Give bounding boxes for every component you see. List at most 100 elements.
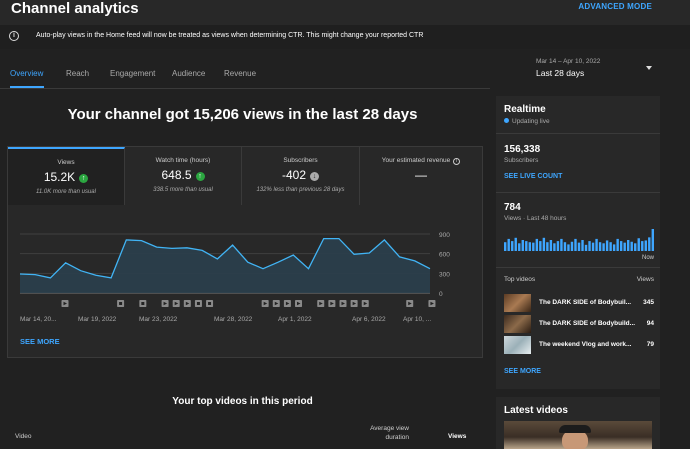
realtime-bar [598,242,602,251]
date-range-label: Last 28 days [536,68,585,78]
realtime-bar [539,241,542,251]
video-title: The weekend Vlog and work... [539,341,632,348]
realtime-bar [553,243,556,251]
realtime-bar [546,242,549,251]
realtime-views-label: Views · Last 48 hours [504,215,567,222]
video-views: 79 [646,341,654,348]
video-thumbnail [504,315,531,333]
realtime-bar [584,244,588,251]
x-tick-label: Mar 23, 2022 [139,316,178,323]
latest-videos-card: Latest videos [496,397,660,449]
x-tick-label: Apr 6, 2022 [352,316,386,323]
realtime-bar [637,238,640,251]
tab-audience[interactable]: Audience [172,69,205,78]
info-icon: i [9,31,19,41]
y-tick-label: 300 [439,271,450,278]
realtime-bar [567,244,570,251]
realtime-bar [511,241,514,251]
realtime-video-row[interactable]: The DARK SIDE of Bodybuil... 345 [504,294,654,312]
x-tick-label: Apr 1, 2022 [278,316,312,323]
metric-tabs: Views 15.2K ↑ 11.0K more than usual Watch… [8,147,482,205]
realtime-bar [549,240,553,251]
video-title: The DARK SIDE of Bodybuil... [539,299,632,306]
caret-down-icon[interactable] [646,66,652,70]
realtime-bar [535,238,539,251]
column-average-view-duration[interactable]: Average view duration [365,424,409,442]
see-live-count-button[interactable]: SEE LIVE COUNT [504,173,562,180]
realtime-status: Updating live [504,118,550,125]
realtime-bar [570,241,574,251]
square-icon [141,302,145,305]
cap-image [559,425,591,433]
notice-banner: i Auto-play views in the Home feed will … [0,25,690,49]
date-range-picker[interactable]: Mar 14 – Apr 10, 2022 Last 28 days [536,58,600,78]
realtime-bar [591,242,595,251]
realtime-bar [525,241,528,251]
metric-value: 648.5 ↑ [125,168,241,182]
square-icon [196,302,200,305]
realtime-video-row[interactable]: The DARK SIDE of Bodybuild... 94 [504,315,654,333]
realtime-bar [588,241,591,251]
video-title: The DARK SIDE of Bodybuild... [539,320,636,327]
realtime-bar [528,242,531,251]
metric-value: -402 ↓ [242,168,359,182]
info-icon[interactable]: i [453,158,461,165]
realtime-bar [556,241,560,251]
divider [496,192,660,193]
realtime-bar [507,238,510,251]
date-range-dates: Mar 14 – Apr 10, 2022 [536,58,601,65]
tab-engagement[interactable]: Engagement [110,69,155,78]
column-views[interactable]: Views [448,433,466,440]
metric-label: Your estimated revenue i [360,157,482,165]
realtime-views-bars[interactable] [504,229,654,251]
see-more-button[interactable]: SEE MORE [20,337,60,346]
realtime-bar [616,238,619,251]
divider [496,133,660,134]
realtime-bar [634,243,637,251]
see-more-button[interactable]: SEE MORE [504,368,541,375]
metric-views[interactable]: Views 15.2K ↑ 11.0K more than usual [8,147,125,205]
y-tick-label: 900 [439,232,450,239]
advanced-mode-button[interactable]: ADVANCED MODE [578,2,652,11]
column-video: Video [15,433,32,440]
video-thumbnail[interactable] [504,421,652,449]
realtime-bar [514,237,517,251]
realtime-bar [563,242,567,251]
video-views: 345 [643,299,654,306]
realtime-bar [518,243,521,251]
realtime-bar [651,229,654,251]
realtime-bar [648,237,651,251]
realtime-views: 784 [504,202,521,213]
metric-watch-time[interactable]: Watch time (hours) 648.5 ↑ 338.5 more tha… [125,147,242,205]
latest-videos-title: Latest videos [504,405,568,416]
top-bar: Channel analytics ADVANCED MODE [0,0,690,25]
realtime-video-row[interactable]: The weekend Vlog and work... 79 [504,336,654,354]
realtime-bar [577,242,581,251]
x-tick-label: Apr 10, ... [403,316,431,323]
realtime-bar [619,241,623,251]
realtime-subscribers: 156,338 [504,144,541,155]
metric-subscribers[interactable]: Subscribers -402 ↓ 132% less than previou… [242,147,360,205]
arrow-up-icon: ↑ [195,172,205,181]
video-views: 94 [646,320,654,327]
tab-overview[interactable]: Overview [10,69,43,78]
views-chart[interactable]: 900 600 300 0 Mar 14, 20... Mar 19, 2022 Mar 2… [8,207,482,327]
metric-revenue[interactable]: Your estimated revenue i — [360,147,482,205]
divider [496,267,660,268]
x-tick-label: Mar 28, 2022 [214,316,253,323]
realtime-bar [644,240,647,251]
realtime-bar [630,241,633,251]
now-label: Now [641,255,654,261]
realtime-bar [532,242,535,251]
metric-sub: 338.5 more than usual [153,187,213,193]
top-videos-title: Your top videos in this period [172,396,313,407]
realtime-bar [560,238,563,251]
realtime-bar [595,238,598,251]
tab-reach[interactable]: Reach [66,69,89,78]
tab-revenue[interactable]: Revenue [224,69,256,78]
realtime-bar [542,237,546,251]
realtime-bar [581,240,584,251]
realtime-bar [521,240,524,251]
page-title: Channel analytics [11,0,139,17]
realtime-bar [574,238,577,251]
